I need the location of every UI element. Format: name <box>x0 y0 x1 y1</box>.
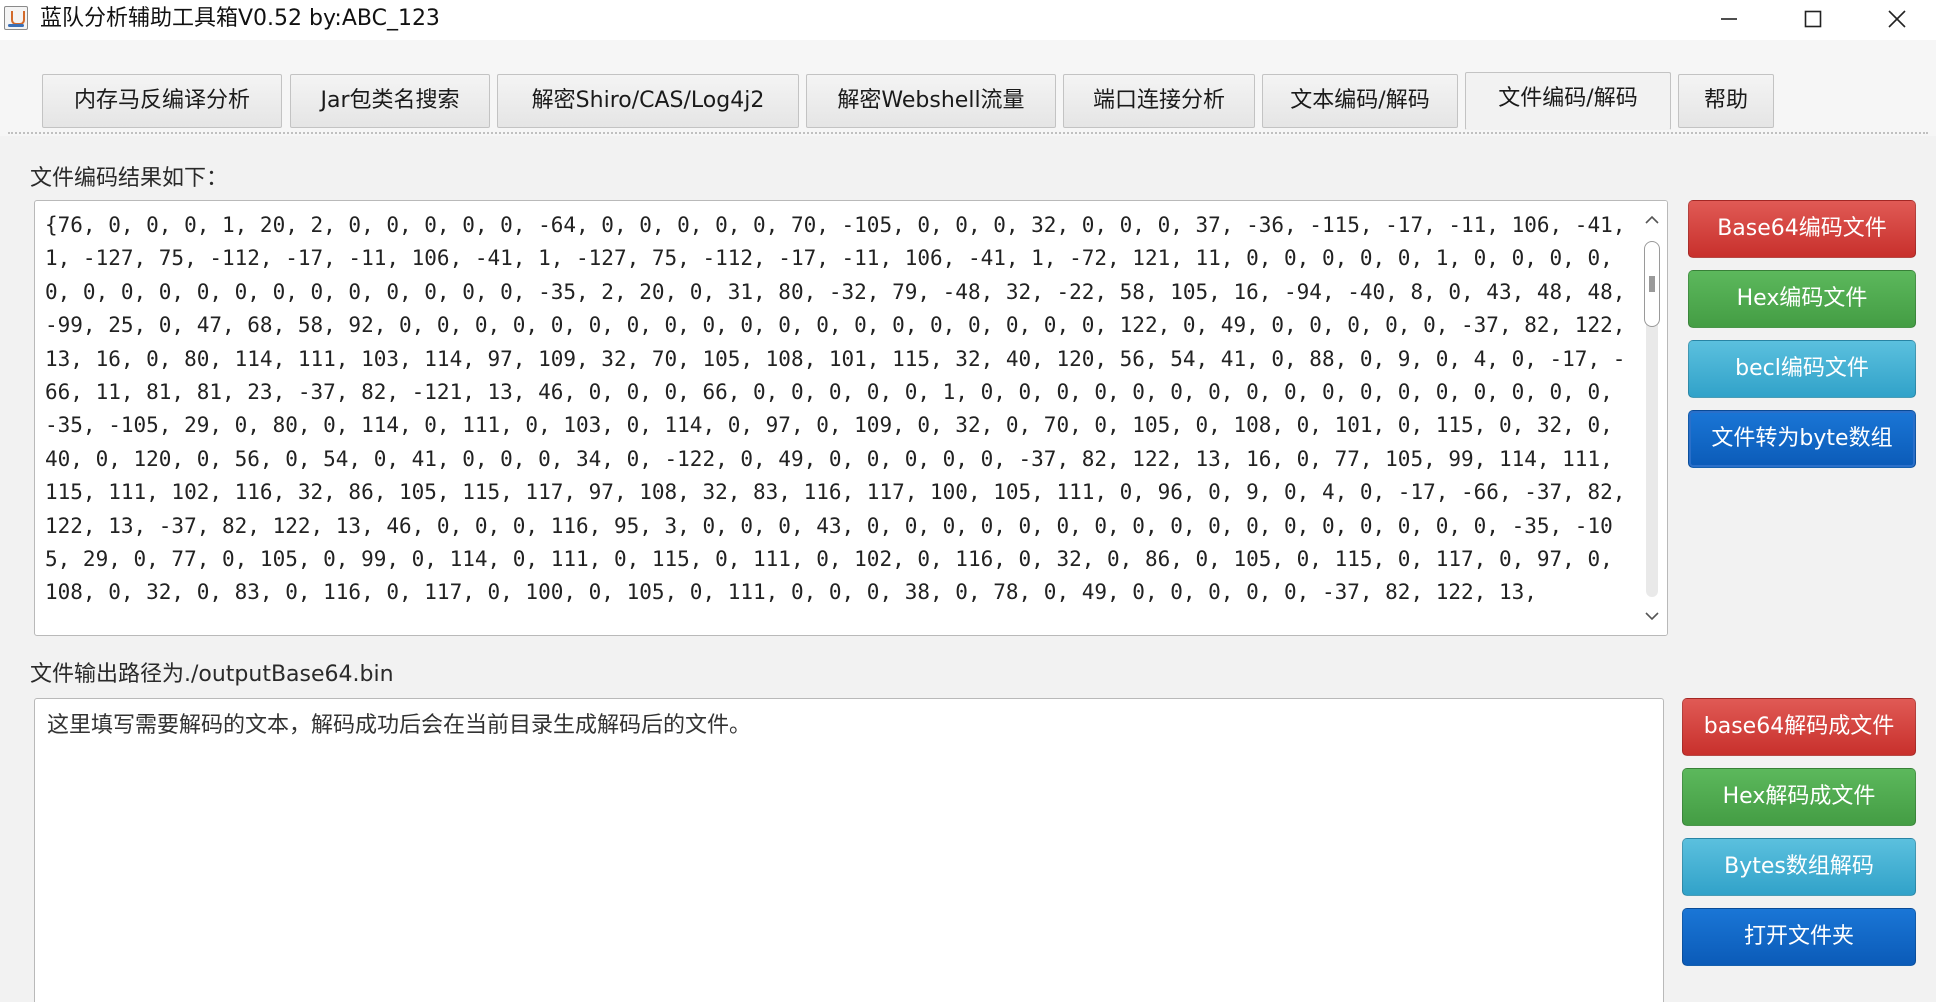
tab-text-encode[interactable]: 文本编码/解码 <box>1262 74 1458 128</box>
tab-separator <box>8 132 1928 134</box>
bcel-encode-file-button[interactable]: becl编码文件 <box>1688 340 1916 398</box>
tab-help[interactable]: 帮助 <box>1678 74 1774 128</box>
scroll-thumb[interactable] <box>1644 241 1660 327</box>
file-to-bytes-button[interactable]: 文件转为byte数组 <box>1688 410 1916 468</box>
encode-result-area[interactable]: {76, 0, 0, 0, 1, 20, 2, 0, 0, 0, 0, 0, -… <box>34 200 1668 636</box>
encode-result-label: 文件编码结果如下： <box>30 166 229 191</box>
tab-memshell-decompile[interactable]: 内存马反编译分析 <box>42 74 282 128</box>
decode-input-area[interactable]: 这里填写需要解码的文本，解码成功后会在当前目录生成解码后的文件。 <box>34 698 1664 1002</box>
tab-decrypt-webshell[interactable]: 解密Webshell流量 <box>806 74 1056 128</box>
bytes-array-decode-button[interactable]: Bytes数组解码 <box>1682 838 1916 896</box>
chevron-down-icon <box>1645 612 1659 621</box>
tab-jar-class-search[interactable]: Jar包类名搜索 <box>290 74 490 128</box>
minimize-icon <box>1721 18 1737 20</box>
tab-decrypt-shiro[interactable]: 解密Shiro/CAS/Log4j2 <box>497 74 799 128</box>
maximize-icon <box>1804 10 1822 28</box>
app-window: 蓝队分析辅助工具箱V0.52 by:ABC_123 内存马反编译分析 Jar包类… <box>0 0 1936 1002</box>
encode-result-text: {76, 0, 0, 0, 1, 20, 2, 0, 0, 0, 0, 0, -… <box>45 213 1639 605</box>
maximize-button[interactable] <box>1774 0 1852 38</box>
hex-encode-file-button[interactable]: Hex编码文件 <box>1688 270 1916 328</box>
output-path-label: 文件输出路径为./outputBase64.bin <box>30 662 394 687</box>
minimize-button[interactable] <box>1690 0 1768 38</box>
tab-bar: 内存马反编译分析 Jar包类名搜索 解密Shiro/CAS/Log4j2 解密W… <box>0 40 1936 140</box>
window-title: 蓝队分析辅助工具箱V0.52 by:ABC_123 <box>40 6 440 31</box>
base64-encode-file-button[interactable]: Base64编码文件 <box>1688 200 1916 258</box>
java-cup-icon <box>4 6 28 30</box>
base64-decode-file-button[interactable]: base64解码成文件 <box>1682 698 1916 756</box>
open-folder-button[interactable]: 打开文件夹 <box>1682 908 1916 966</box>
tab-port-connection[interactable]: 端口连接分析 <box>1063 74 1255 128</box>
chevron-up-icon <box>1645 215 1659 224</box>
file-encode-panel: 文件编码结果如下： {76, 0, 0, 0, 1, 20, 2, 0, 0, … <box>0 136 1936 1002</box>
tab-file-encode[interactable]: 文件编码/解码 <box>1465 72 1671 130</box>
close-button[interactable] <box>1858 0 1936 38</box>
scroll-up-button[interactable] <box>1643 211 1661 229</box>
scroll-down-button[interactable] <box>1643 607 1661 625</box>
decode-input[interactable]: 这里填写需要解码的文本，解码成功后会在当前目录生成解码后的文件。 <box>35 699 1663 1002</box>
hex-decode-file-button[interactable]: Hex解码成文件 <box>1682 768 1916 826</box>
close-icon <box>1888 10 1906 28</box>
vertical-scrollbar[interactable] <box>1637 201 1667 635</box>
title-bar: 蓝队分析辅助工具箱V0.52 by:ABC_123 <box>0 0 1936 40</box>
